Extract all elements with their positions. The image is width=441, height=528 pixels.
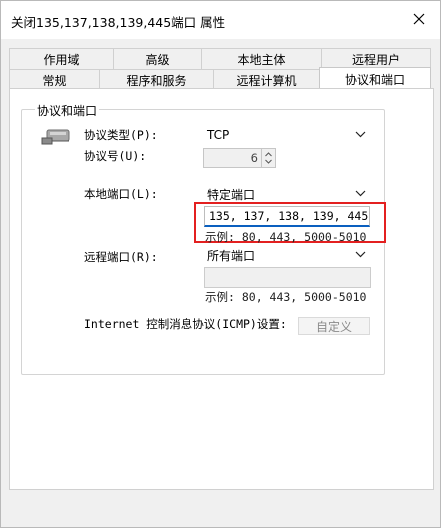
group-title: 协议和端口 (35, 102, 100, 119)
tab-label: 远程用户 (351, 53, 400, 67)
remote-port-example: 示例: 80, 443, 5000-5010 (205, 290, 367, 304)
tab-label: 作用域 (43, 53, 80, 67)
tab-scope[interactable]: 作用域 (9, 48, 113, 70)
protocol-number-spinbox[interactable]: 6 (203, 148, 276, 168)
spin-arrows[interactable] (261, 149, 275, 167)
chevron-down-icon (355, 190, 366, 197)
remote-port-label: 远程端口(R): (84, 250, 158, 264)
close-icon (413, 13, 425, 25)
tab-label: 远程计算机 (236, 74, 297, 88)
local-port-select[interactable]: 特定端口 (203, 184, 371, 204)
remote-port-select-value: 所有端口 (207, 248, 256, 263)
local-port-select-value: 特定端口 (207, 187, 256, 202)
protocol-number-label: 协议号(U): (84, 149, 147, 163)
local-port-example: 示例: 80, 443, 5000-5010 (205, 230, 367, 244)
tab-label: 常规 (42, 74, 67, 88)
protocol-type-select[interactable]: TCP (203, 125, 371, 145)
chevron-down-icon (355, 131, 366, 138)
spin-updown-icon (265, 152, 272, 164)
tab-label: 协议和端口 (344, 73, 405, 87)
window-title: 关闭135,137,138,139,445端口 属性 (11, 15, 226, 30)
close-button[interactable] (404, 5, 434, 33)
protocol-type-label: 协议类型(P): (84, 128, 158, 142)
icmp-settings-label: Internet 控制消息协议(ICMP)设置: (84, 317, 287, 331)
chevron-down-icon (355, 251, 366, 258)
tab-advanced[interactable]: 高级 (113, 48, 201, 70)
local-port-input[interactable]: 135, 137, 138, 139, 445 (204, 206, 370, 227)
tab-label: 程序和服务 (126, 74, 187, 88)
protocol-type-value: TCP (207, 128, 230, 142)
properties-dialog: 关闭135,137,138,139,445端口 属性 作用域 高级 本地主体 远… (0, 0, 441, 528)
customize-button-label: 自定义 (315, 319, 352, 334)
tab-label: 本地主体 (237, 53, 286, 67)
local-port-input-value: 135, 137, 138, 139, 445 (209, 209, 369, 223)
tab-label: 高级 (145, 53, 170, 67)
customize-button[interactable]: 自定义 (298, 317, 370, 335)
network-protocol-icon (41, 129, 70, 145)
title-bar: 关闭135,137,138,139,445端口 属性 (1, 1, 440, 39)
local-port-label: 本地端口(L): (84, 187, 158, 201)
tab-local-principals[interactable]: 本地主体 (201, 48, 321, 70)
protocol-number-value: 6 (250, 151, 258, 165)
remote-port-select[interactable]: 所有端口 (203, 245, 371, 265)
remote-port-input[interactable] (204, 267, 371, 288)
